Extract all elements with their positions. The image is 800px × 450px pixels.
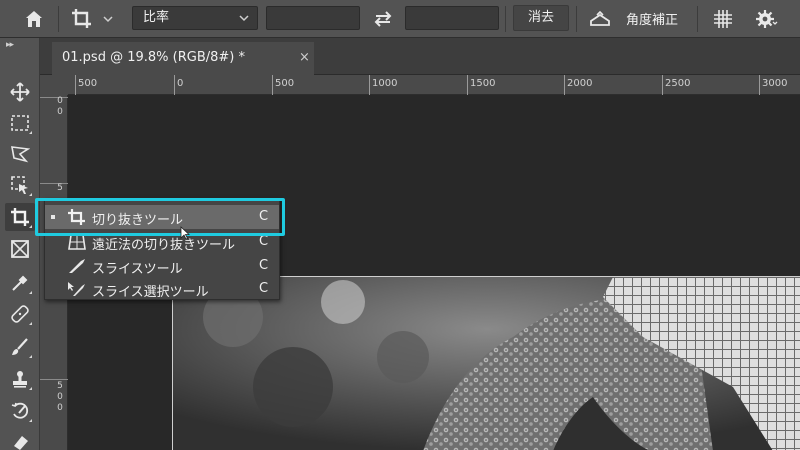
frame-tool[interactable] xyxy=(5,235,35,263)
horizontal-ruler[interactable]: 500 0 500 1000 1500 2000 2500 3000 xyxy=(68,75,800,95)
ruler-label: 500 xyxy=(78,78,98,89)
crop-tool[interactable] xyxy=(5,203,35,231)
flyout-item-label: 遠近法の切り抜きツール xyxy=(92,238,236,253)
document-tab-bar: 01.psd @ 19.8% (RGB/8#) * × xyxy=(40,38,800,75)
flyout-item-slice-select-tool[interactable]: スライス選択ツール C xyxy=(45,277,279,301)
brush-tool[interactable] xyxy=(5,333,35,361)
submenu-indicator xyxy=(29,322,32,325)
document-image[interactable] xyxy=(172,276,800,450)
frame-icon xyxy=(11,240,29,258)
swap-icon[interactable] xyxy=(371,7,395,31)
ruler-label: 5 xyxy=(57,183,63,193)
ruler-label: 2500 xyxy=(665,78,691,89)
divider xyxy=(697,6,698,32)
eyedropper-tool[interactable] xyxy=(5,269,35,297)
straighten-label[interactable]: 角度補正 xyxy=(626,9,678,28)
flyout-item-label: スライスツール xyxy=(92,262,183,277)
straighten-icon[interactable] xyxy=(588,7,612,31)
ratio-select-value: 比率 xyxy=(143,10,170,25)
ruler-origin[interactable] xyxy=(40,75,68,95)
home-icon[interactable] xyxy=(22,7,46,31)
eraser-tool[interactable] xyxy=(5,428,35,450)
submenu-indicator xyxy=(29,291,32,294)
close-icon[interactable]: × xyxy=(299,50,310,65)
ruler-tick xyxy=(467,75,468,95)
ratio-select[interactable]: 比率 xyxy=(132,6,258,30)
object-selection-tool[interactable] xyxy=(5,171,35,199)
submenu-indicator xyxy=(29,387,32,390)
polygon-lasso-icon xyxy=(11,146,30,163)
ruler-label: 2000 xyxy=(567,78,593,89)
slice-select-icon xyxy=(68,282,85,296)
ruler-label: 1500 xyxy=(470,78,496,89)
chevron-down-icon xyxy=(238,9,250,35)
ruler-tick xyxy=(75,75,76,95)
ruler-label: 5 0 0 xyxy=(57,381,63,413)
ruler-tick xyxy=(174,75,175,95)
submenu-indicator xyxy=(29,225,32,228)
ruler-tick xyxy=(662,75,663,95)
options-bar: 比率 消去 角度補正 xyxy=(0,0,800,38)
brush-icon xyxy=(12,338,28,355)
crop-icon xyxy=(11,208,29,226)
document-tab[interactable]: 01.psd @ 19.8% (RGB/8#) * × xyxy=(52,42,314,75)
flyout-item-shortcut: C xyxy=(259,234,269,249)
submenu-indicator xyxy=(29,193,32,196)
eraser-icon xyxy=(14,436,28,450)
submenu-indicator xyxy=(29,131,32,134)
ruler-label: 500 xyxy=(275,78,295,89)
clone-stamp-tool[interactable] xyxy=(5,365,35,393)
object-selection-icon xyxy=(11,176,28,194)
move-tool[interactable] xyxy=(5,78,35,106)
gear-icon[interactable] xyxy=(754,7,778,31)
collapse-icon[interactable]: ▸▸ xyxy=(6,40,14,50)
bandage-icon xyxy=(11,305,29,323)
stamp-icon xyxy=(13,371,27,388)
slice-icon xyxy=(69,259,85,273)
eyedropper-icon xyxy=(12,275,28,291)
submenu-indicator xyxy=(29,419,32,422)
document-tab-title: 01.psd @ 19.8% (RGB/8#) * xyxy=(62,50,245,65)
flyout-item-shortcut: C xyxy=(259,281,269,296)
cursor-icon xyxy=(180,226,190,240)
rectangle-marquee-icon xyxy=(11,115,29,131)
flyout-item-slice-tool[interactable]: スライスツール C xyxy=(45,254,279,278)
history-brush-tool[interactable] xyxy=(5,397,35,425)
ruler-label: 3000 xyxy=(762,78,788,89)
height-input[interactable] xyxy=(405,6,499,30)
divider xyxy=(505,6,506,32)
tools-panel: ▸▸ xyxy=(0,38,40,450)
photo-image xyxy=(173,277,800,450)
move-icon xyxy=(10,82,30,102)
ruler-label: 0 xyxy=(177,78,184,89)
ruler-tick xyxy=(369,75,370,95)
highlight-box xyxy=(35,198,285,236)
crop-tool-preset-icon[interactable] xyxy=(70,7,94,31)
width-input[interactable] xyxy=(266,6,360,30)
grid-overlay-icon[interactable] xyxy=(711,7,735,31)
chevron-down-icon[interactable] xyxy=(100,7,116,31)
ruler-tick xyxy=(759,75,760,95)
flyout-item-shortcut: C xyxy=(259,258,269,273)
divider xyxy=(576,6,577,32)
lasso-tool[interactable] xyxy=(5,140,35,168)
ruler-tick xyxy=(564,75,565,95)
ruler-label: 1000 xyxy=(372,78,398,89)
ruler-label: 0 0 xyxy=(57,96,63,117)
flyout-item-label: スライス選択ツール xyxy=(92,285,209,300)
ruler-tick xyxy=(272,75,273,95)
clear-button[interactable]: 消去 xyxy=(513,5,569,31)
marquee-tool[interactable] xyxy=(5,109,35,137)
history-brush-icon xyxy=(11,402,29,419)
submenu-indicator xyxy=(29,355,32,358)
ruler-tick xyxy=(40,379,68,380)
healing-brush-tool[interactable] xyxy=(5,300,35,328)
divider xyxy=(58,6,59,32)
